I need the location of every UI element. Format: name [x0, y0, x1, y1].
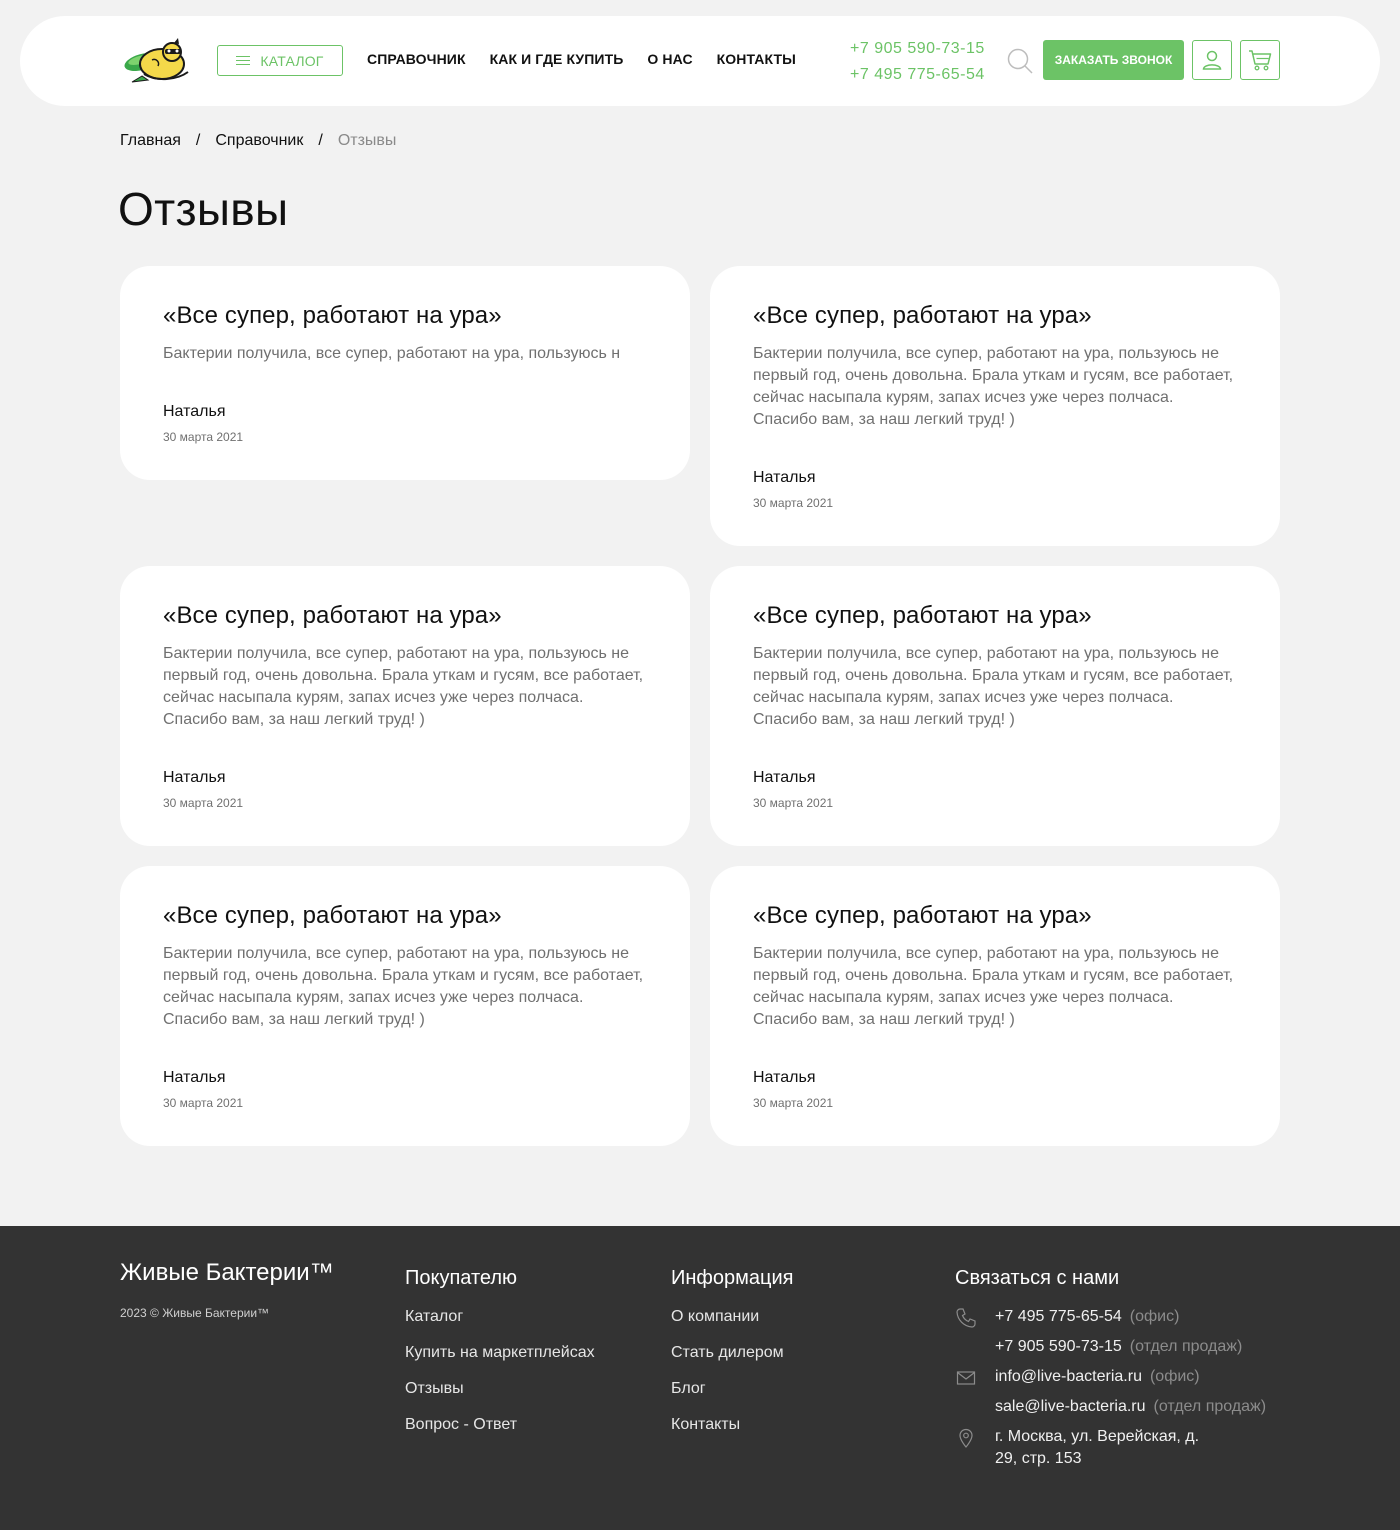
footer-email-office[interactable]: info@live-bacteria.ru: [995, 1368, 1142, 1385]
review-card: «Все супер, работают на ура» Бактерии по…: [120, 866, 690, 1146]
main-nav: СПРАВОЧНИК КАК И ГДЕ КУПИТЬ О НАС КОНТАК…: [367, 51, 796, 67]
review-author: Наталья: [753, 469, 816, 486]
footer-link-contacts[interactable]: Контакты: [671, 1415, 793, 1435]
footer-email-sales-note: (отдел продаж): [1153, 1398, 1267, 1415]
footer-link-reviews[interactable]: Отзывы: [405, 1379, 595, 1399]
footer-contacts-column: Связаться с нами +7 495 775-65-54 (офис) …: [955, 1267, 1266, 1479]
nav-item-about[interactable]: О НАС: [647, 51, 692, 67]
catalog-button[interactable]: КАТАЛОГ: [217, 45, 343, 76]
footer-email-sales[interactable]: sale@live-bacteria.ru: [995, 1398, 1146, 1415]
user-icon: [1202, 50, 1222, 70]
breadcrumb-handbook[interactable]: Справочник: [215, 131, 303, 151]
footer-phone-office-note: (офис): [1129, 1308, 1180, 1325]
breadcrumb-current: Отзывы: [337, 132, 397, 149]
review-date: 30 марта 2021: [163, 796, 244, 810]
header-phones: +7 905 590-73-15 +7 495 775-65-54: [850, 36, 985, 88]
review-author: Наталья: [753, 769, 816, 786]
mail-icon: [955, 1367, 979, 1391]
order-call-button[interactable]: ЗАКАЗАТЬ ЗВОНОК: [1043, 40, 1184, 80]
footer-link-about[interactable]: О компании: [671, 1307, 793, 1327]
nav-item-contacts[interactable]: КОНТАКТЫ: [717, 51, 796, 67]
footer-phone-sales[interactable]: +7 905 590-73-15: [995, 1338, 1122, 1355]
review-card: «Все супер, работают на ура» Бактерии по…: [710, 866, 1280, 1146]
footer-buyer-heading: Покупателю: [405, 1267, 518, 1289]
cart-icon: [1249, 50, 1272, 71]
review-title: «Все супер, работают на ура»: [163, 902, 502, 929]
footer-phone-sales-note: (отдел продаж): [1129, 1338, 1243, 1355]
footer-address: г. Москва, ул. Верейская, д. 29, стр. 15…: [955, 1427, 1266, 1479]
review-author: Наталья: [163, 403, 226, 420]
review-card: «Все супер, работают на ура» Бактерии по…: [120, 566, 690, 846]
search-icon[interactable]: [1007, 48, 1033, 74]
header-phone-sales[interactable]: +7 905 590-73-15: [850, 36, 985, 62]
bacteria-logo-icon[interactable]: [122, 38, 198, 84]
review-date: 30 марта 2021: [753, 796, 834, 810]
footer-copyright: 2023 © Живые Бактерии™: [120, 1306, 270, 1320]
page-title: Отзывы: [118, 183, 289, 235]
footer-link-catalog[interactable]: Каталог: [405, 1307, 595, 1327]
footer-emails: info@live-bacteria.ru (офис) sale@live-ba…: [955, 1367, 1266, 1427]
review-author: Наталья: [163, 1069, 226, 1086]
footer-link-dealer[interactable]: Стать дилером: [671, 1343, 793, 1363]
review-author: Наталья: [753, 1069, 816, 1086]
footer-address-line-2: 29, стр. 153: [995, 1450, 1082, 1467]
review-text: Бактерии получила, все супер, работают н…: [753, 945, 1234, 1028]
review-card: «Все супер, работают на ура» Бактерии по…: [710, 266, 1280, 546]
review-date: 30 марта 2021: [163, 1096, 244, 1110]
footer-address-line-1: г. Москва, ул. Верейская, д.: [995, 1428, 1200, 1445]
nav-item-where-to-buy[interactable]: КАК И ГДЕ КУПИТЬ: [490, 51, 624, 67]
review-title: «Все супер, работают на ура»: [163, 602, 502, 629]
review-title: «Все супер, работают на ура»: [753, 302, 1092, 329]
breadcrumb-home[interactable]: Главная: [120, 131, 181, 151]
footer-link-marketplaces[interactable]: Купить на маркетплейсах: [405, 1343, 595, 1363]
review-date: 30 марта 2021: [753, 1096, 834, 1110]
account-button[interactable]: [1192, 40, 1232, 80]
review-text: Бактерии получила, все супер, работают н…: [753, 345, 1234, 428]
cart-button[interactable]: [1240, 40, 1280, 80]
breadcrumb: Главная / Справочник / Отзывы: [120, 131, 396, 151]
footer-link-faq[interactable]: Вопрос - Ответ: [405, 1415, 595, 1435]
footer-buyer-column: Покупателю Каталог Купить на маркетплейс…: [405, 1267, 595, 1451]
site-header: КАТАЛОГ СПРАВОЧНИК КАК И ГДЕ КУПИТЬ О НА…: [20, 16, 1380, 106]
review-date: 30 марта 2021: [163, 430, 244, 444]
footer-info-column: Информация О компании Стать дилером Блог…: [671, 1267, 793, 1451]
header-phone-office[interactable]: +7 495 775-65-54: [850, 62, 985, 88]
review-text: Бактерии получила, все супер, работают н…: [753, 645, 1234, 728]
review-author: Наталья: [163, 769, 226, 786]
phone-icon: [955, 1307, 979, 1331]
review-card: «Все супер, работают на ура» Бактерии по…: [710, 566, 1280, 846]
review-date: 30 марта 2021: [753, 496, 834, 510]
catalog-button-label: КАТАЛОГ: [260, 52, 324, 69]
footer-info-heading: Информация: [671, 1267, 794, 1289]
footer-link-blog[interactable]: Блог: [671, 1379, 793, 1399]
footer-phone-office[interactable]: +7 495 775-65-54: [995, 1308, 1122, 1325]
review-text: Бактерии получила, все супер, работают н…: [163, 345, 621, 362]
breadcrumb-separator: /: [195, 132, 201, 149]
nav-item-handbook[interactable]: СПРАВОЧНИК: [367, 51, 466, 67]
review-title: «Все супер, работают на ура»: [163, 302, 502, 329]
footer-email-office-note: (офис): [1149, 1368, 1200, 1385]
footer-phones: +7 495 775-65-54 (офис) +7 905 590-73-15 (…: [955, 1307, 1266, 1367]
review-title: «Все супер, работают на ура»: [753, 602, 1092, 629]
review-text: Бактерии получила, все супер, работают н…: [163, 945, 644, 1028]
site-footer: Живые Бактерии™ 2023 © Живые Бактерии™ П…: [0, 1226, 1400, 1530]
footer-contacts-heading: Связаться с нами: [955, 1267, 1120, 1289]
review-card: «Все супер, работают на ура» Бактерии по…: [120, 266, 690, 480]
footer-brand[interactable]: Живые Бактерии™: [120, 1259, 334, 1287]
breadcrumb-separator: /: [318, 132, 323, 149]
location-pin-icon: [955, 1427, 979, 1451]
menu-icon: [236, 55, 251, 66]
review-text: Бактерии получила, все супер, работают н…: [163, 645, 644, 728]
review-title: «Все супер, работают на ура»: [753, 902, 1092, 929]
